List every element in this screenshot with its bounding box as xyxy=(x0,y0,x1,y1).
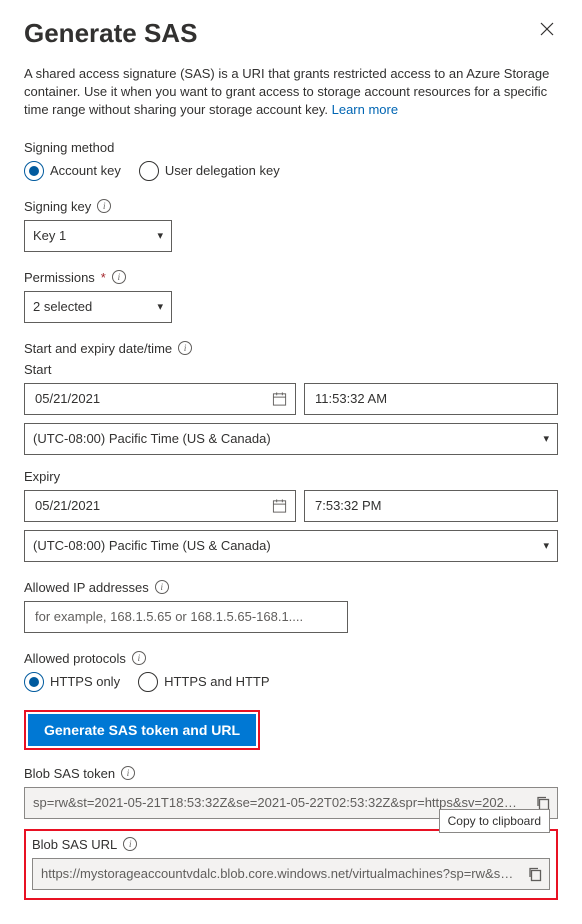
radio-https-only[interactable]: HTTPS only xyxy=(24,672,120,692)
info-icon[interactable]: i xyxy=(121,766,135,780)
radio-icon xyxy=(139,161,159,181)
permissions-label: Permissions xyxy=(24,270,95,285)
description: A shared access signature (SAS) is a URI… xyxy=(24,65,558,120)
chevron-down-icon: ▾ xyxy=(157,229,163,242)
close-icon[interactable] xyxy=(536,18,558,42)
copy-tooltip: Copy to clipboard xyxy=(439,809,550,833)
panel-title: Generate SAS xyxy=(24,18,197,49)
expiry-timezone-select[interactable]: (UTC-08:00) Pacific Time (US & Canada) ▾ xyxy=(24,530,558,562)
allowed-ip-label: Allowed IP addresses xyxy=(24,580,149,595)
generate-sas-button[interactable]: Generate SAS token and URL xyxy=(28,714,256,746)
expiry-time-input[interactable] xyxy=(304,490,558,522)
radio-https-and-http[interactable]: HTTPS and HTTP xyxy=(138,672,269,692)
required-asterisk: * xyxy=(101,270,106,285)
start-timezone-select[interactable]: (UTC-08:00) Pacific Time (US & Canada) ▾ xyxy=(24,423,558,455)
radio-icon xyxy=(24,672,44,692)
start-label: Start xyxy=(24,362,51,377)
info-icon[interactable]: i xyxy=(123,837,137,851)
sas-url-label: Blob SAS URL xyxy=(32,837,117,852)
radio-account-key[interactable]: Account key xyxy=(24,161,121,181)
sas-url-output: https://mystorageaccountvdalc.blob.core.… xyxy=(32,858,550,890)
info-icon[interactable]: i xyxy=(97,199,111,213)
highlight-generate: Generate SAS token and URL xyxy=(24,710,260,750)
info-icon[interactable]: i xyxy=(132,651,146,665)
radio-icon xyxy=(24,161,44,181)
expiry-label: Expiry xyxy=(24,469,60,484)
highlight-sas-url: Copy to clipboard Blob SAS URL i https:/… xyxy=(24,829,558,900)
chevron-down-icon: ▾ xyxy=(157,300,163,313)
info-icon[interactable]: i xyxy=(155,580,169,594)
allowed-ip-input[interactable] xyxy=(24,601,348,633)
start-date-input[interactable] xyxy=(24,383,296,415)
sas-token-label: Blob SAS token xyxy=(24,766,115,781)
chevron-down-icon: ▾ xyxy=(543,539,549,552)
copy-icon[interactable] xyxy=(527,866,543,882)
info-icon[interactable]: i xyxy=(112,270,126,284)
signing-key-select[interactable]: Key 1 ▾ xyxy=(24,220,172,252)
radio-icon xyxy=(138,672,158,692)
learn-more-link[interactable]: Learn more xyxy=(332,102,398,117)
expiry-date-input[interactable] xyxy=(24,490,296,522)
date-section-label: Start and expiry date/time xyxy=(24,341,172,356)
calendar-icon xyxy=(272,391,287,407)
chevron-down-icon: ▾ xyxy=(543,432,549,445)
calendar-icon xyxy=(272,498,287,514)
signing-method-label: Signing method xyxy=(24,140,114,155)
info-icon[interactable]: i xyxy=(178,341,192,355)
start-time-input[interactable] xyxy=(304,383,558,415)
signing-key-label: Signing key xyxy=(24,199,91,214)
allowed-protocols-label: Allowed protocols xyxy=(24,651,126,666)
permissions-select[interactable]: 2 selected ▾ xyxy=(24,291,172,323)
radio-user-delegation-key[interactable]: User delegation key xyxy=(139,161,280,181)
